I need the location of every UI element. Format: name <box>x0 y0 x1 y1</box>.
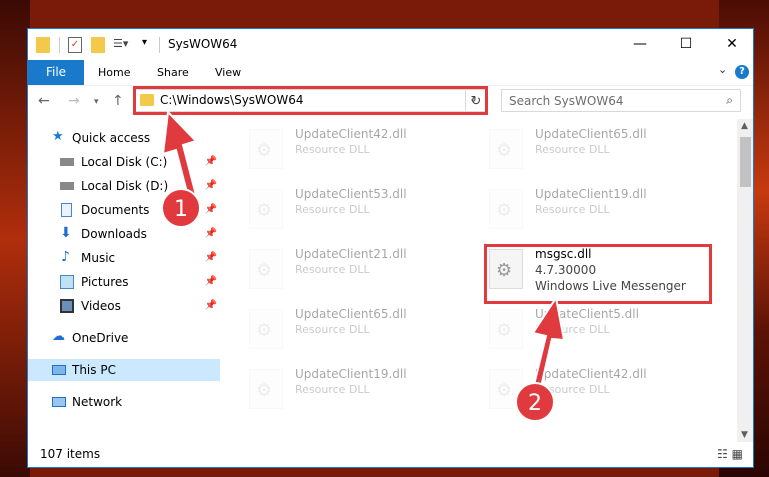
step-badge-1: 1 <box>161 188 201 228</box>
step-badge-2: 2 <box>515 382 555 422</box>
annotation-arrows <box>161 109 566 402</box>
